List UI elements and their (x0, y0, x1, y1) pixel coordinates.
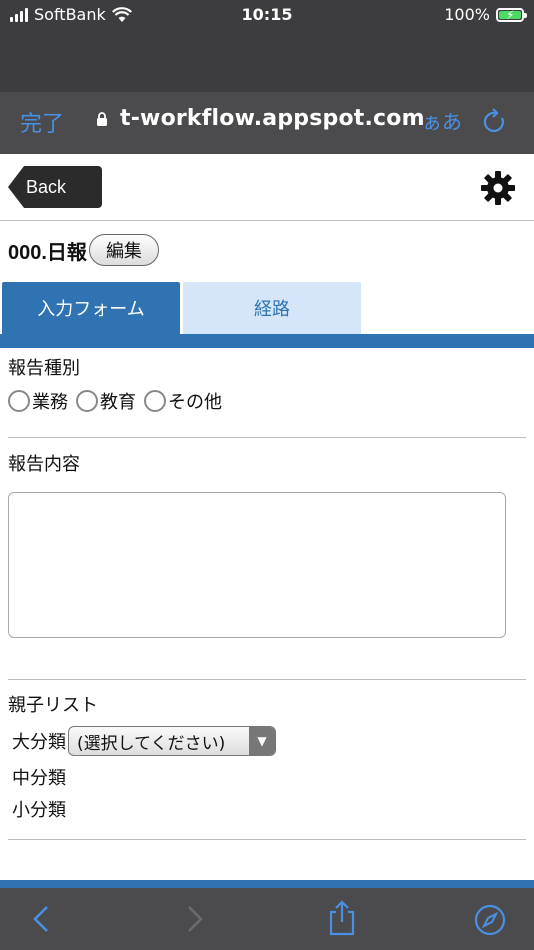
reload-icon[interactable] (482, 108, 508, 136)
tab-route[interactable]: 経路 (183, 282, 361, 334)
title-row: 000.日報 編集 (8, 233, 159, 267)
browser-toolbar (0, 888, 534, 950)
text-size-button[interactable]: ぁあ (422, 106, 462, 135)
report-content-label: 報告内容 (8, 454, 80, 475)
browser-url-bar: 完了 t-workflow.appspot.com ぁあ (0, 92, 534, 154)
footer-bar (0, 880, 534, 888)
medium-category-label: 中分類 (12, 768, 66, 789)
share-icon[interactable] (327, 900, 357, 936)
small-category-row: 小分類 (12, 796, 66, 822)
large-category-row: 大分類 (選択してください) ▼ (12, 726, 276, 756)
edit-button[interactable]: 編集 (88, 234, 159, 266)
tab-input-form[interactable]: 入力フォーム (2, 282, 180, 334)
done-button[interactable]: 完了 (20, 106, 64, 138)
battery-group: 100% ⚡ (444, 5, 527, 24)
radio-option-business[interactable]: 業務 (8, 388, 68, 414)
large-category-label: 大分類 (12, 732, 66, 753)
lock-icon (97, 112, 107, 126)
radio-option-other[interactable]: その他 (144, 388, 222, 414)
browser-top-chrome (0, 30, 534, 92)
chevron-down-icon[interactable]: ▼ (249, 727, 275, 755)
radio-circle[interactable] (76, 390, 98, 412)
forward-arrow-icon[interactable] (182, 904, 206, 934)
radio-label: 教育 (100, 392, 136, 413)
compass-icon[interactable] (474, 904, 506, 936)
radio-circle[interactable] (8, 390, 30, 412)
back-arrow-icon[interactable] (30, 904, 54, 934)
radio-label: その他 (168, 392, 222, 413)
battery-percent: 100% (444, 5, 490, 24)
radio-label: 業務 (32, 392, 68, 413)
tab-bar: 入力フォーム 経路 (0, 282, 534, 348)
large-category-select[interactable]: (選択してください) ▼ (68, 726, 276, 756)
back-button[interactable]: Back (8, 166, 102, 208)
report-type-radios: 業務 教育 その他 (8, 388, 526, 414)
page-title: 000.日報 (8, 241, 87, 264)
report-content-section: 報告内容 (8, 450, 526, 476)
parent-child-section: 親子リスト (8, 691, 526, 717)
radio-option-education[interactable]: 教育 (76, 388, 136, 414)
url-text[interactable]: t-workflow.appspot.com (120, 106, 425, 131)
select-value: (選択してください) (77, 733, 226, 754)
divider (8, 839, 526, 840)
report-type-section: 報告種別 業務 教育 その他 (8, 354, 526, 414)
report-type-label: 報告種別 (8, 358, 80, 379)
small-category-label: 小分類 (12, 800, 66, 821)
battery-icon: ⚡ (496, 7, 527, 22)
report-content-textarea[interactable] (8, 492, 506, 638)
divider (8, 437, 526, 438)
status-bar: SoftBank 10:15 100% ⚡ (0, 0, 534, 30)
divider (8, 679, 526, 680)
parent-child-label: 親子リスト (8, 695, 98, 716)
tab-underline (0, 334, 534, 348)
gear-icon[interactable] (480, 170, 516, 206)
radio-circle[interactable] (144, 390, 166, 412)
page-header: Back (0, 154, 534, 221)
medium-category-row: 中分類 (12, 764, 66, 790)
